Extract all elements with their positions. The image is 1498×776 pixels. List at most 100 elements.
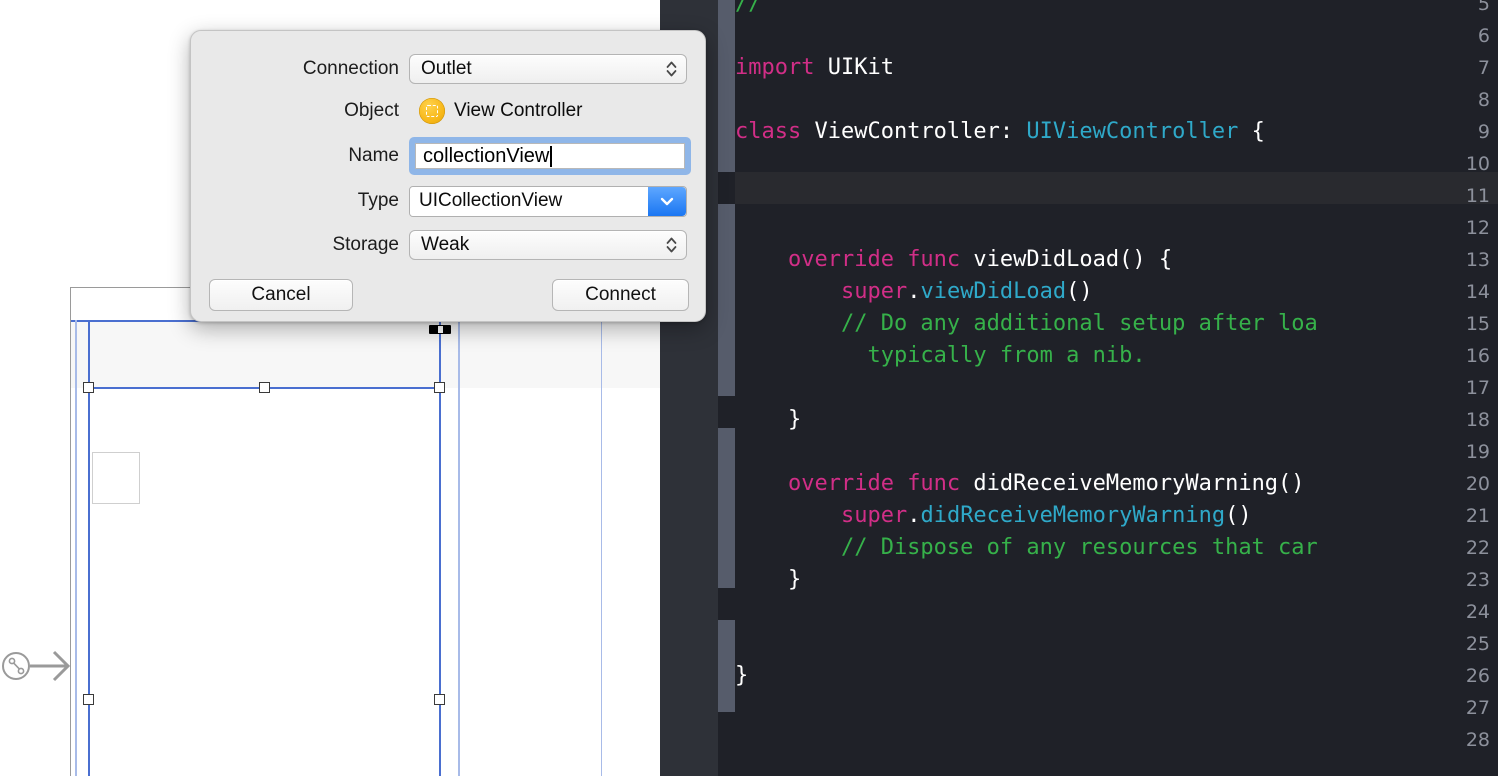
connection-popup-button[interactable]: Outlet bbox=[409, 54, 687, 84]
line-number: 11 bbox=[1465, 185, 1490, 207]
code-editor[interactable]: // import UIKit class ViewController: UIVi… bbox=[660, 0, 1498, 776]
selection-handle[interactable] bbox=[434, 694, 445, 705]
code-token: () bbox=[1066, 279, 1093, 304]
code-line[interactable] bbox=[735, 628, 1498, 660]
view-controller-top-band bbox=[71, 320, 660, 388]
line-number: 22 bbox=[1465, 537, 1490, 559]
code-line[interactable]: import UIKit bbox=[735, 52, 1498, 84]
line-number: 12 bbox=[1465, 217, 1490, 239]
line-number: 15 bbox=[1465, 313, 1490, 335]
change-indicator-bar bbox=[718, 428, 735, 588]
code-line[interactable]: } bbox=[735, 564, 1498, 596]
code-line[interactable] bbox=[735, 692, 1498, 724]
code-token: // bbox=[735, 0, 762, 16]
line-number: 5 bbox=[1477, 0, 1490, 15]
storage-value: Weak bbox=[421, 234, 470, 255]
code-token: import bbox=[735, 55, 815, 80]
code-token: // Do any additional setup after loa bbox=[735, 311, 1318, 336]
object-value: View Controller bbox=[454, 100, 583, 121]
line-number: 28 bbox=[1465, 729, 1490, 751]
drag-connection-badge bbox=[429, 325, 451, 334]
line-number: 20 bbox=[1465, 473, 1490, 495]
constraint-guide-right bbox=[458, 320, 460, 776]
code-line[interactable]: // Do any additional setup after loa bbox=[735, 308, 1498, 340]
code-text-area[interactable]: // import UIKit class ViewController: UIVi… bbox=[735, 0, 1498, 776]
code-line[interactable] bbox=[735, 372, 1498, 404]
code-token: didReceiveMemoryWarning bbox=[920, 503, 1226, 528]
code-line[interactable] bbox=[735, 148, 1498, 180]
stepper-icon bbox=[665, 59, 678, 79]
code-line[interactable] bbox=[735, 596, 1498, 628]
code-line[interactable] bbox=[735, 180, 1498, 212]
code-line[interactable]: // bbox=[735, 0, 1498, 20]
code-token: super bbox=[840, 279, 908, 304]
connection-value: Outlet bbox=[421, 58, 472, 79]
code-line[interactable] bbox=[735, 20, 1498, 52]
connect-button[interactable]: Connect bbox=[552, 279, 689, 311]
code-token: super bbox=[840, 503, 908, 528]
type-label: Type bbox=[357, 190, 399, 211]
code-line[interactable]: super.didReceiveMemoryWarning() bbox=[735, 500, 1498, 532]
code-line[interactable] bbox=[735, 724, 1498, 756]
name-input[interactable]: collectionView bbox=[415, 143, 685, 169]
selection-handle[interactable] bbox=[83, 694, 94, 705]
type-row: Type UICollectionView bbox=[191, 185, 707, 217]
selection-handle[interactable] bbox=[434, 382, 445, 393]
code-line[interactable] bbox=[735, 84, 1498, 116]
chevron-down-icon[interactable] bbox=[648, 186, 686, 216]
prototype-cell[interactable] bbox=[92, 452, 140, 504]
code-line[interactable]: // Dispose of any resources that car bbox=[735, 532, 1498, 564]
line-number: 9 bbox=[1477, 121, 1490, 143]
line-number: 21 bbox=[1465, 505, 1490, 527]
code-line[interactable]: class ViewController: UIViewController { bbox=[735, 116, 1498, 148]
code-token: UIKit bbox=[814, 55, 894, 80]
line-number: 26 bbox=[1465, 665, 1490, 687]
code-token: viewDidLoad bbox=[920, 279, 1067, 304]
constraint-guide-far-right bbox=[601, 320, 602, 776]
code-token: didReceiveMemoryWarning() bbox=[960, 471, 1305, 496]
line-number: 25 bbox=[1465, 633, 1490, 655]
connection-label: Connection bbox=[302, 58, 399, 79]
xcode-window: // import UIKit class ViewController: UIVi… bbox=[0, 0, 1498, 776]
object-value-group: View Controller bbox=[409, 98, 582, 124]
storage-label: Storage bbox=[332, 234, 399, 255]
code-token: class bbox=[735, 119, 802, 144]
line-number: 14 bbox=[1465, 281, 1490, 303]
code-token: . bbox=[907, 279, 921, 304]
storage-popup-button[interactable]: Weak bbox=[409, 230, 687, 260]
selection-handle[interactable] bbox=[259, 382, 270, 393]
line-number: 16 bbox=[1465, 345, 1490, 367]
view-controller-icon bbox=[419, 98, 445, 124]
change-indicator-bar bbox=[718, 204, 735, 396]
code-line[interactable]: override func didReceiveMemoryWarning() bbox=[735, 468, 1498, 500]
line-number: 8 bbox=[1477, 89, 1490, 111]
code-token: } bbox=[735, 663, 749, 688]
line-number: 18 bbox=[1465, 409, 1490, 431]
outlet-connection-dialog[interactable]: Connection Outlet Object View Controller bbox=[190, 30, 706, 322]
code-line[interactable] bbox=[735, 212, 1498, 244]
code-line[interactable]: typically from a nib. bbox=[735, 340, 1498, 372]
cancel-button[interactable]: Cancel bbox=[209, 279, 353, 311]
type-combo-box[interactable]: UICollectionView bbox=[409, 185, 687, 217]
code-line[interactable] bbox=[735, 436, 1498, 468]
storyboard-entry-point-arrow[interactable] bbox=[2, 646, 72, 686]
connection-row: Connection Outlet bbox=[191, 53, 707, 85]
view-controller-icon-inner bbox=[426, 105, 438, 117]
object-row: Object View Controller bbox=[191, 95, 707, 127]
code-line[interactable]: } bbox=[735, 660, 1498, 692]
storage-row: Storage Weak bbox=[191, 229, 707, 261]
stepper-icon bbox=[665, 235, 678, 255]
code-line[interactable]: } bbox=[735, 404, 1498, 436]
code-token: // Dispose of any resources that car bbox=[735, 535, 1318, 560]
type-value[interactable]: UICollectionView bbox=[410, 186, 648, 216]
change-indicator-bar bbox=[718, 620, 735, 712]
code-line[interactable]: override func viewDidLoad() { bbox=[735, 244, 1498, 276]
code-token: () bbox=[1225, 503, 1252, 528]
object-label: Object bbox=[344, 100, 399, 121]
code-line[interactable]: super.viewDidLoad() bbox=[735, 276, 1498, 308]
code-token: override func bbox=[787, 471, 961, 496]
selection-handle[interactable] bbox=[83, 382, 94, 393]
code-token: UIViewController bbox=[1026, 119, 1239, 144]
